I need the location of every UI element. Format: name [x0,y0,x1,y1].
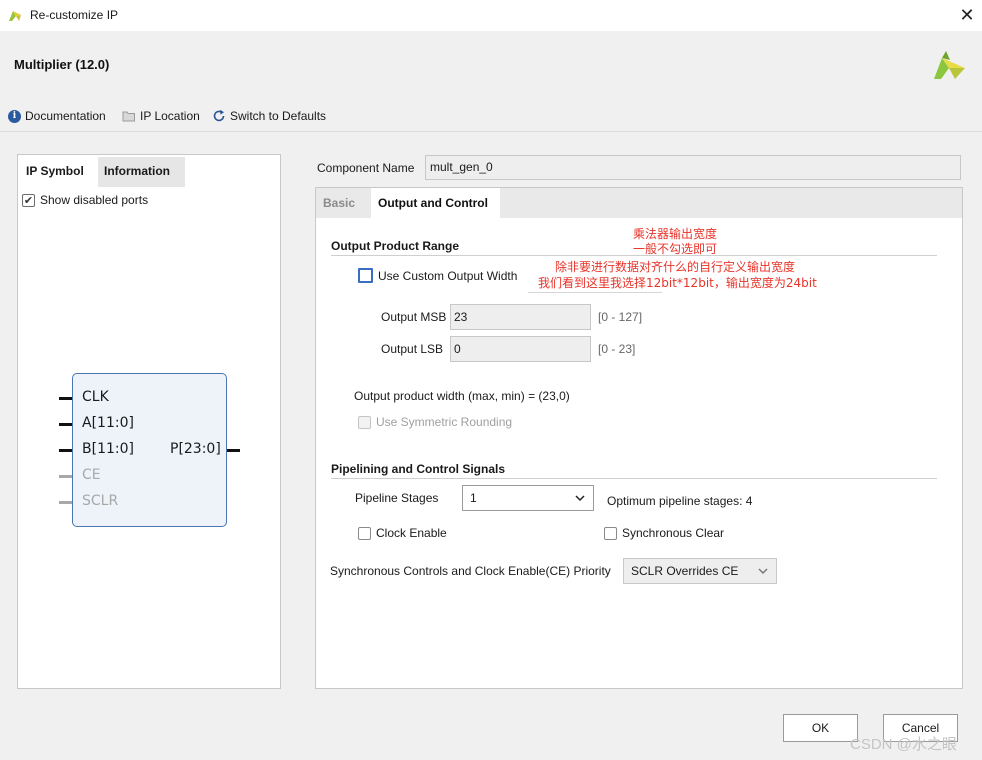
use-symmetric-rounding-label: Use Symmetric Rounding [376,415,513,429]
show-disabled-ports-label: Show disabled ports [40,193,149,207]
documentation-label: Documentation [25,109,106,123]
clock-enable-label: Clock Enable [376,526,447,540]
pin-stub-p [226,449,240,452]
output-lsb-input[interactable]: 0 [450,336,591,362]
annotation-line-2: 一般不勾选即可 [633,242,718,256]
tab-ip-symbol[interactable]: IP Symbol [20,157,98,187]
pin-stub-clk [59,397,73,400]
component-name-label: Component Name [317,161,415,175]
tab-information[interactable]: Information [98,157,185,187]
header-divider [0,131,982,132]
ip-location-label: IP Location [140,109,200,123]
synchronous-clear-label: Synchronous Clear [622,526,725,540]
pin-stub-ce [59,475,73,478]
pin-label-clk: CLK [82,389,109,405]
close-icon[interactable]: ✕ [956,4,978,26]
info-icon: i [8,109,21,123]
output-msb-label: Output MSB [381,310,447,324]
annotation-line-4: 我们看到这里我选择12bit*12bit，输出宽度为24bit [538,276,817,290]
switch-to-defaults-label: Switch to Defaults [230,109,327,123]
folder-icon [122,111,135,122]
vivado-logo-icon [9,11,21,21]
clock-enable-checkbox[interactable] [358,526,371,540]
pin-stub-sclr [59,501,73,504]
pin-label-b: B[11:0] [82,441,134,457]
annotation-underline [528,292,662,293]
documentation-button[interactable]: i Documentation [8,108,106,124]
use-custom-output-width-checkbox[interactable] [358,268,373,283]
show-disabled-ports-checkbox[interactable] [22,193,35,207]
clock-enable-option[interactable]: Clock Enable [358,526,447,540]
csdn-watermark: CSDN @水之眼 [850,736,957,753]
ce-priority-value: SCLR Overrides CE [631,564,739,578]
output-lsb-range: [0 - 23] [598,342,636,356]
synchronous-clear-option[interactable]: Synchronous Clear [604,526,724,540]
pipelining-title: Pipelining and Control Signals [331,462,506,476]
pipeline-stages-label: Pipeline Stages [355,491,439,505]
pin-stub-a [59,423,73,426]
synchronous-clear-checkbox[interactable] [604,526,617,540]
output-lsb-label: Output LSB [381,342,444,356]
use-symmetric-rounding-checkbox [358,415,371,429]
output-product-range-title: Output Product Range [331,239,459,253]
pin-label-sclr: SCLR [82,493,119,509]
component-name-input[interactable]: mult_gen_0 [425,155,961,180]
refresh-icon [213,109,225,122]
annotation-line-3: 除非要进行数据对齐什么的自行定义输出宽度 [555,260,796,274]
output-msb-input[interactable]: 23 [450,304,591,330]
optimum-pipeline-stages-text: Optimum pipeline stages: 4 [607,494,753,508]
tab-output-and-control[interactable]: Output and Control [371,188,500,218]
pipeline-stages-value: 1 [470,491,477,505]
pin-label-a: A[11:0] [82,415,134,431]
output-msb-range: [0 - 127] [598,310,643,324]
use-custom-output-width-label: Use Custom Output Width [378,268,518,283]
ce-priority-select[interactable]: SCLR Overrides CE [623,558,777,584]
pin-label-ce: CE [82,467,101,483]
section-divider [331,478,937,479]
ip-product-title: Multiplier (12.0) [14,57,110,72]
title-bar [0,0,982,31]
window-title: Re-customize IP [30,8,119,22]
switch-to-defaults-button[interactable]: Switch to Defaults [212,108,326,124]
use-symmetric-rounding-option: Use Symmetric Rounding [358,415,512,429]
tab-basic[interactable]: Basic [316,188,371,218]
chevron-down-icon [575,495,585,502]
ce-priority-label: Synchronous Controls and Clock Enable(CE… [330,564,611,578]
pin-label-p: P[23:0] [170,441,221,457]
chevron-down-icon [758,568,768,575]
pin-stub-b [59,449,73,452]
ip-location-button[interactable]: IP Location [122,108,200,124]
ok-button[interactable]: OK [783,714,858,742]
pipeline-stages-select[interactable]: 1 [462,485,594,511]
show-disabled-ports-option[interactable]: Show disabled ports [22,193,148,207]
output-product-width-text: Output product width (max, min) = (23,0) [354,389,570,403]
use-custom-output-width-option[interactable]: Use Custom Output Width [358,268,517,283]
vivado-logo-large-icon [934,51,965,79]
